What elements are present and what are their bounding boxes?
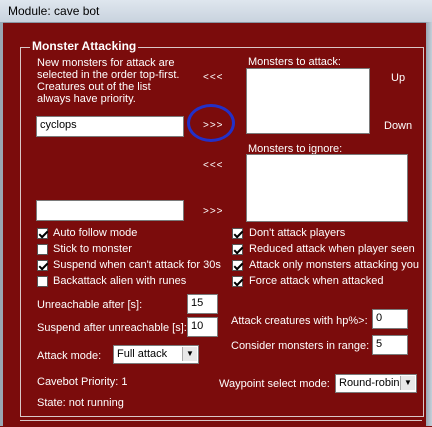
monster-name-input[interactable]: cyclops: [36, 116, 184, 137]
hp-threshold-label: Attack creatures with hp%>:: [231, 315, 368, 327]
dont-attack-players-label: Don't attack players: [249, 227, 346, 239]
down-button[interactable]: Down: [384, 120, 412, 132]
stick-to-monster-label: Stick to monster: [53, 243, 132, 255]
ignore-list[interactable]: [246, 154, 408, 222]
add-to-ignore-button[interactable]: <<<: [203, 160, 224, 171]
range-value: 5: [376, 338, 383, 350]
attack-only-attacking-label: Attack only monsters attacking you: [249, 259, 419, 271]
attack-list-label: Monsters to attack:: [248, 56, 341, 68]
backattack-checkbox[interactable]: [37, 276, 48, 287]
reduced-attack-label: Reduced attack when player seen: [249, 243, 415, 255]
range-input[interactable]: 5: [372, 335, 408, 355]
reduced-attack-checkbox[interactable]: [232, 244, 243, 255]
waypoint-mode-select[interactable]: Round-robin ▼: [335, 374, 417, 393]
suspend-label: Suspend when can't attack for 30s: [53, 259, 221, 271]
up-button[interactable]: Up: [391, 72, 405, 84]
dont-attack-players-checkbox[interactable]: [232, 228, 243, 239]
monster-name-value: cyclops: [40, 119, 77, 131]
suspend-after-label: Suspend after unreachable [s]:: [37, 322, 187, 334]
suspend-after-value: 10: [191, 320, 204, 332]
unreachable-input[interactable]: 15: [187, 294, 218, 314]
waypoint-mode-label: Waypoint select mode:: [219, 378, 330, 390]
window-left-border: [0, 22, 3, 426]
unreachable-label: Unreachable after [s]:: [37, 299, 143, 311]
attack-mode-value: Full attack: [117, 348, 168, 360]
add-to-attack-button[interactable]: <<<: [203, 72, 224, 83]
attack-list[interactable]: [246, 68, 370, 134]
auto-follow-checkbox[interactable]: [37, 228, 48, 239]
ignore-name-input[interactable]: [36, 200, 184, 221]
chevron-down-icon[interactable]: ▼: [182, 347, 197, 361]
force-attack-label: Force attack when attacked: [249, 275, 384, 287]
attack-mode-select[interactable]: Full attack ▼: [113, 345, 199, 364]
force-attack-checkbox[interactable]: [232, 276, 243, 287]
remove-from-ignore-button[interactable]: >>>: [203, 206, 224, 217]
description-text: New monsters for attack are selected in …: [37, 57, 180, 105]
stick-to-monster-checkbox[interactable]: [37, 244, 48, 255]
waypoint-mode-value: Round-robin: [339, 377, 400, 389]
hp-threshold-value: 0: [376, 312, 383, 324]
suspend-checkbox[interactable]: [37, 260, 48, 271]
window-title: Module: cave bot: [8, 4, 100, 18]
chevron-down-icon[interactable]: ▼: [400, 376, 415, 390]
auto-follow-label: Auto follow mode: [53, 227, 138, 239]
group-title: Monster Attacking: [30, 39, 139, 53]
title-bar: Module: cave bot: [0, 0, 432, 23]
suspend-after-input[interactable]: 10: [187, 317, 218, 337]
cavebot-priority: Cavebot Priority: 1: [37, 376, 128, 388]
hp-threshold-input[interactable]: 0: [372, 309, 408, 329]
range-label: Consider monsters in range:: [231, 340, 370, 352]
cavebot-state: State: not running: [37, 397, 124, 409]
unreachable-value: 15: [191, 297, 204, 309]
attack-mode-label: Attack mode:: [37, 350, 102, 362]
backattack-label: Backattack alien with runes: [53, 275, 187, 287]
remove-from-attack-button[interactable]: >>>: [203, 120, 224, 131]
attack-only-attacking-checkbox[interactable]: [232, 260, 243, 271]
window-right-border: [426, 22, 432, 426]
